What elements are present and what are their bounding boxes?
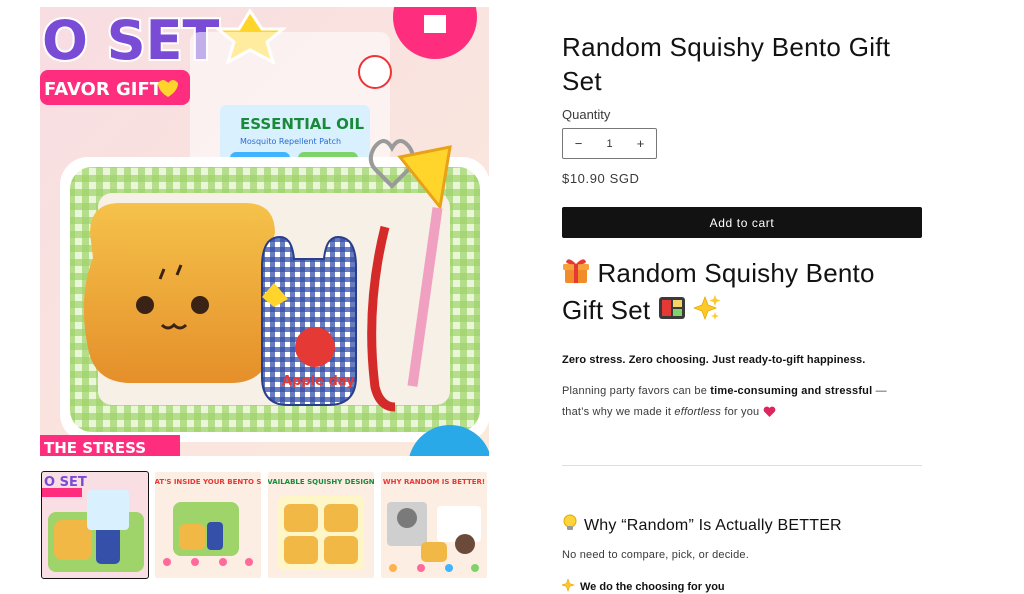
quantity-increase-button[interactable]: + [625,129,656,158]
para-bold: time-consuming and stressful [710,385,873,397]
description-paragraph: Planning party favors can be time-consum… [562,381,902,426]
thumbnail-2[interactable]: WHAT'S INSIDE YOUR BENTO SET? [155,472,261,578]
thumb-3-label: AVAILABLE SQUISHY DESIGNS [268,478,374,486]
bag-text: Apple day [282,374,355,389]
quantity-stepper: − + [562,128,657,159]
product-price: $10.90 SGD [562,171,640,186]
choosing-bullet: We do the choosing for you [561,578,725,594]
quantity-decrease-button[interactable]: − [563,129,594,158]
para-text-3: that’s why we made it [562,406,675,418]
pack-title: ESSENTIAL OIL [240,115,365,133]
pack-subtitle: Mosquito Repellent Patch [240,137,341,146]
thumbnail-1[interactable]: O SET [41,471,149,579]
para-text-2: — [872,385,887,397]
bento-icon [658,294,686,330]
para-text-1: Planning party favors can be [562,385,711,397]
thumb-4-label: WHY RANDOM IS BETTER! [383,478,485,486]
heart-icon [763,405,776,426]
gift-icon [562,257,590,293]
banner-bottom-text: THE STRESS [44,439,146,456]
lightbulb-icon [562,514,578,537]
sparkle-icon [561,578,575,594]
para-text-4: for you [721,406,760,418]
quantity-label: Quantity [562,107,611,122]
thumb-2-label: WHAT'S INSIDE YOUR BENTO SET? [155,478,261,486]
thumbnail-strip: O SET WHAT'S INSIDE YOUR BENTO SET? AVAI… [41,471,488,579]
description-lead: Zero stress. Zero choosing. Just ready-t… [562,354,866,366]
quantity-input[interactable] [594,129,625,158]
product-main-image[interactable]: O SET FAVOR GIFT! ESSENTIAL OIL Mosquito… [40,7,489,456]
sparkles-icon [693,294,721,330]
thumb-1-label: O SET [44,475,87,490]
thumbnail-4[interactable]: WHY RANDOM IS BETTER! [381,472,487,578]
add-to-cart-button[interactable]: Add to cart [562,207,922,238]
choosing-bullet-text: We do the choosing for you [580,581,725,593]
description-heading: Random Squishy Bento Gift Set [562,256,922,330]
banner-favor-text: FAVOR GIFT! [44,79,170,100]
divider [562,465,922,466]
no-need-text: No need to compare, pick, or decide. [562,549,749,561]
why-random-heading: Why “Random” Is Actually BETTER [562,514,842,537]
product-title: Random Squishy Bento Gift Set [562,32,891,96]
why-random-heading-text: Why “Random” Is Actually BETTER [584,516,842,534]
para-italic: effortless [674,406,722,418]
thumbnail-3[interactable]: AVAILABLE SQUISHY DESIGNS [268,472,374,578]
